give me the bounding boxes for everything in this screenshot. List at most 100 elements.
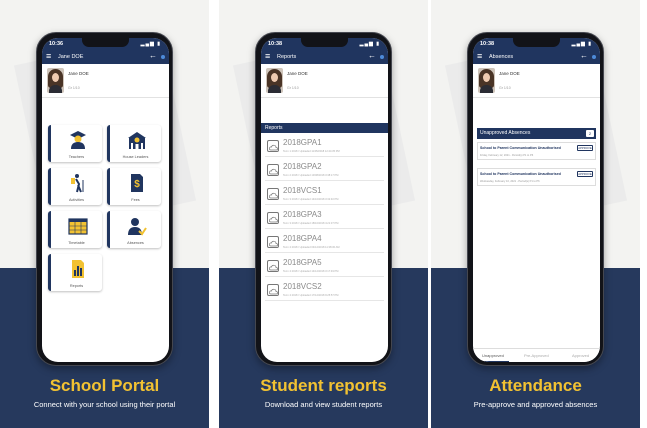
panel-caption: Student reports — [260, 376, 387, 395]
panel-school-portal: School Portal Connect with your school u… — [0, 0, 209, 428]
tile-fees[interactable]: $ Fees — [107, 168, 161, 205]
active-tab-indicator — [479, 360, 509, 362]
avatar — [266, 68, 283, 93]
report-item[interactable]: 2018GPA2 Term 2 2018 / Uploaded 13/08/20… — [265, 159, 384, 181]
cloud-download-icon — [267, 260, 279, 272]
menu-icon[interactable]: ≡ — [265, 52, 270, 61]
notification-dot-icon[interactable] — [161, 55, 165, 59]
back-arrow-icon[interactable]: ← — [368, 52, 376, 60]
phone-screen: 10:38 ▂▄▆ ▮ ≡ Absences ← Jane DOE Gr 1/1… — [473, 38, 600, 362]
student-profile[interactable]: Jane DOE Gr 1/10 — [261, 64, 388, 98]
bar-chart-icon — [72, 260, 84, 278]
report-item[interactable]: 2018GPA1 Term 1 2018 / Uploaded 11/05/20… — [265, 135, 384, 157]
report-meta: Term 4 2018 / Uploaded 14/12/2018 3:17:4… — [283, 270, 339, 273]
status-time: 10:36 — [49, 41, 64, 47]
avatar — [47, 68, 64, 93]
report-meta: Term 4 2018 / Uploaded 17/12/2018 9:25:5… — [283, 294, 339, 297]
report-code: 2018GPA1 — [283, 138, 322, 147]
panel-student-reports: Student reports Download and view studen… — [219, 0, 428, 428]
status-time: 10:38 — [268, 41, 283, 47]
absence-date: Wednesday, February 10, 2021 - Period(s)… — [480, 180, 540, 183]
tile-absences[interactable]: Absences — [107, 211, 161, 248]
cloud-download-icon — [267, 212, 279, 224]
tile-house-leaders[interactable]: House Leaders — [107, 125, 161, 162]
tile-timetable[interactable]: Timetable — [48, 211, 102, 248]
student-name: Jane DOE — [68, 71, 89, 76]
section-title: Unapproved Absences — [480, 130, 531, 136]
report-item[interactable]: 2018VCS1 Term 3 2018 / Uploaded 14/10/20… — [265, 183, 384, 205]
panel-attendance: Attendance Pre-approve and approved abse… — [431, 0, 640, 428]
tile-reports[interactable]: Reports — [48, 254, 102, 291]
student-profile[interactable]: Jane DOE Gr 1/10 — [473, 64, 600, 98]
tile-activities[interactable]: Activities — [48, 168, 102, 205]
tile-teachers[interactable]: Teachers — [48, 125, 102, 162]
app-bar-title: Reports — [277, 54, 297, 60]
student-grade: Gr 1/10 — [499, 86, 511, 90]
absence-count-badge: 2 — [586, 130, 594, 137]
app-store-screenshots: School Portal Connect with your school u… — [0, 0, 647, 428]
report-item[interactable]: 2018VCS2 Term 4 2018 / Uploaded 17/12/20… — [265, 279, 384, 301]
phone-notch — [513, 38, 560, 47]
report-item[interactable]: 2018GPA5 Term 4 2018 / Uploaded 14/12/20… — [265, 255, 384, 277]
svg-text:$: $ — [134, 179, 140, 190]
person-check-icon — [128, 218, 147, 236]
teacher-icon — [70, 131, 86, 149]
absence-item: School to Parent Communication Unauthori… — [477, 142, 596, 160]
report-meta: Term 4 2018 / Uploaded 04/12/2018 11:38:… — [283, 246, 340, 249]
absence-tabs: Unapproved Pre-Approved Approved — [473, 348, 600, 362]
panel-subcaption: Download and view student reports — [264, 400, 383, 409]
report-code: 2018GPA5 — [283, 258, 322, 267]
student-profile[interactable]: Jane DOE Gr 1/10 — [42, 64, 169, 98]
panel-subcaption: Connect with your school using their por… — [33, 400, 176, 409]
absence-title: School to Parent Communication Unauthori… — [480, 146, 561, 150]
tile-label: Timetable — [68, 241, 85, 245]
cloud-download-icon — [267, 284, 279, 296]
back-arrow-icon[interactable]: ← — [580, 52, 588, 60]
notification-dot-icon[interactable] — [380, 55, 384, 59]
tile-label: Reports — [69, 284, 84, 288]
fee-document-icon: $ — [131, 174, 143, 192]
unapproved-absences-header[interactable]: Unapproved Absences 2 — [477, 128, 596, 139]
signal-battery-icon: ▂▄▆ ▮ — [359, 41, 380, 47]
back-arrow-icon[interactable]: ← — [149, 52, 157, 60]
tile-label: Absences — [127, 241, 144, 245]
notification-dot-icon[interactable] — [592, 55, 596, 59]
report-code: 2018GPA4 — [283, 234, 322, 243]
building-icon — [128, 132, 146, 149]
approve-button[interactable]: APPROVE — [577, 145, 593, 151]
phone-screen: 10:38 ▂▄▆ ▮ ≡ Reports ← Jane DOE Gr 1/10… — [261, 38, 388, 362]
cloud-download-icon — [267, 236, 279, 248]
report-item[interactable]: 2018GPA4 Term 4 2018 / Uploaded 04/12/20… — [265, 231, 384, 253]
phone-notch — [301, 38, 348, 47]
report-item[interactable]: 2018GPA3 Term 3 2018 / Uploaded 18/10/20… — [265, 207, 384, 229]
phone-notch — [82, 38, 129, 47]
approve-button[interactable]: APPROVE — [577, 171, 593, 177]
menu-icon[interactable]: ≡ — [477, 52, 482, 61]
report-meta: Term 2 2018 / Uploaded 13/08/2018 3:38:1… — [283, 174, 339, 177]
tile-label: Fees — [131, 198, 140, 202]
tab-unapproved[interactable]: Unapproved — [482, 353, 504, 358]
reports-section-header: Reports — [261, 123, 388, 133]
avatar — [478, 68, 495, 93]
tab-pre-approved[interactable]: Pre-Approved — [524, 353, 549, 358]
signal-battery-icon: ▂▄▆ ▮ — [571, 41, 592, 47]
student-grade: Gr 1/10 — [68, 86, 80, 90]
phone-frame: 10:36 ▂▄▆ ▮ ≡ Jane DOE ← Jane DOE Gr 1/1… — [36, 32, 173, 366]
calendar-icon — [68, 218, 88, 235]
menu-icon[interactable]: ≡ — [46, 52, 51, 61]
panel-subcaption: Pre-approve and approved absences — [473, 400, 598, 409]
absence-date: Friday, February 12, 2021 - Period(s) P1… — [480, 154, 534, 157]
tile-label: Activities — [69, 198, 84, 202]
student-name: Jane DOE — [499, 71, 520, 76]
tab-approved[interactable]: Approved — [572, 353, 589, 358]
report-meta: Term 1 2018 / Uploaded 11/05/2018 12:44:… — [283, 150, 340, 153]
signal-battery-icon: ▂▄▆ ▮ — [140, 41, 161, 47]
report-code: 2018VCS1 — [283, 186, 322, 195]
cloud-download-icon — [267, 164, 279, 176]
student-grade: Gr 1/10 — [287, 86, 299, 90]
phone-frame: 10:38 ▂▄▆ ▮ ≡ Absences ← Jane DOE Gr 1/1… — [467, 32, 604, 366]
cloud-download-icon — [267, 140, 279, 152]
tile-label: Teachers — [68, 155, 85, 159]
app-bar: ≡ Absences ← — [473, 50, 600, 64]
absence-item: School to Parent Communication Unauthori… — [477, 168, 596, 186]
